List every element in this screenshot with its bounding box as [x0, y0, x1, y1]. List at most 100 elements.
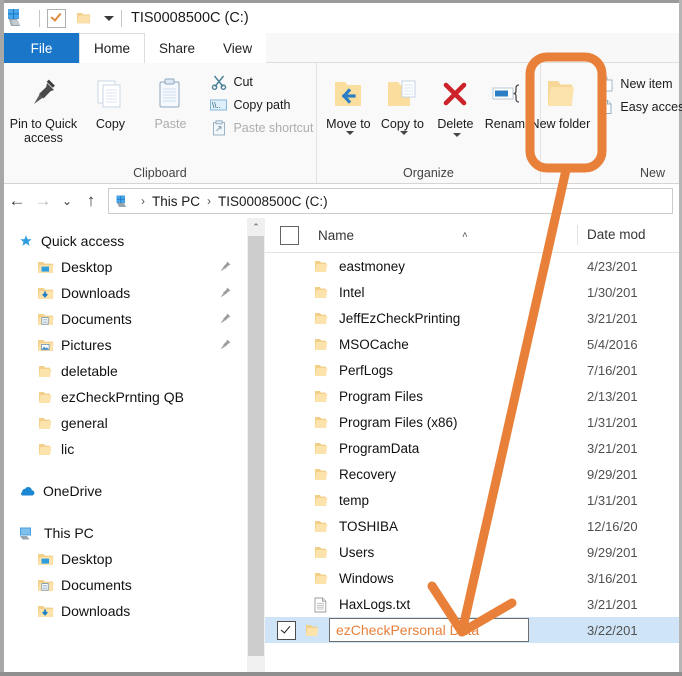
table-row[interactable]: Intel 1/30/201 — [265, 279, 679, 305]
sidebar-item-desktop[interactable]: Desktop — [4, 254, 246, 280]
table-row[interactable]: HaxLogs.txt 3/21/201 — [265, 591, 679, 617]
table-row[interactable]: MSOCache 5/4/2016 — [265, 331, 679, 357]
sidebar-item-thispc-desktop[interactable]: Desktop — [4, 546, 246, 572]
cut-button[interactable]: Cut — [210, 73, 313, 90]
table-row[interactable]: ProgramData 3/21/201 — [265, 435, 679, 461]
file-date: 4/23/201 — [587, 258, 638, 274]
forward-button[interactable]: → — [30, 188, 56, 214]
file-date: 2/13/201 — [587, 388, 638, 404]
downloads-folder-icon — [37, 286, 54, 301]
scroll-up-button[interactable]: ⌃ — [247, 218, 265, 236]
table-row[interactable]: Windows 3/16/201 — [265, 565, 679, 591]
chevron-down-icon[interactable] — [345, 131, 354, 135]
delete-button[interactable]: Delete — [429, 71, 481, 137]
tab-file[interactable]: File — [4, 33, 79, 63]
file-name: Program Files — [339, 388, 424, 404]
easy-access-icon — [597, 98, 614, 115]
file-name: TOSHIBA — [339, 518, 399, 534]
pin-icon[interactable] — [219, 312, 232, 325]
sidebar-section-this-pc[interactable]: This PC — [4, 520, 246, 546]
recent-locations-button[interactable]: ⌄ — [56, 188, 78, 214]
folder-icon — [313, 441, 330, 456]
copy-path-icon: \\.. — [210, 96, 228, 113]
table-row[interactable]: Program Files 2/13/201 — [265, 383, 679, 409]
rename-input[interactable]: ezCheckPersonal Data — [329, 618, 529, 642]
file-date: 1/30/201 — [587, 284, 638, 300]
breadcrumb-item-this-pc[interactable]: This PC — [152, 194, 200, 209]
sidebar-item-pictures[interactable]: Pictures — [4, 332, 246, 358]
row-checkbox[interactable] — [277, 620, 296, 640]
chevron-down-icon[interactable] — [399, 131, 408, 135]
sidebar-item-ezcheckprnting-qb[interactable]: ezCheckPrnting QB — [4, 384, 246, 410]
sidebar-item-general[interactable]: general — [4, 410, 246, 436]
sidebar-section-label: This PC — [44, 525, 94, 541]
folder-icon — [313, 363, 330, 378]
sidebar-item-deletable[interactable]: deletable — [4, 358, 246, 384]
new-item-button[interactable]: New item — [597, 75, 682, 92]
tab-home[interactable]: Home — [79, 33, 146, 63]
paste-button[interactable]: Paste — [140, 71, 200, 131]
folder-icon — [313, 285, 330, 300]
copy-label: Copy — [95, 117, 126, 131]
properties-check-icon[interactable] — [47, 8, 66, 28]
copy-path-button[interactable]: \\.. Copy path — [210, 96, 313, 113]
file-name: PerfLogs — [339, 362, 394, 378]
table-row[interactable]: Users 9/29/201 — [265, 539, 679, 565]
copy-to-button[interactable]: Copy to — [375, 71, 429, 135]
address-bar: ← → ⌄ ↑ › This PC › TIS0008500C (C:) — [4, 184, 679, 218]
table-row[interactable]: Recovery 9/29/201 — [265, 461, 679, 487]
select-all-checkbox[interactable] — [280, 225, 299, 245]
back-button[interactable]: ← — [4, 188, 30, 214]
table-row[interactable]: eastmoney 4/23/201 — [265, 253, 679, 279]
column-header-name[interactable]: Name ˄ — [318, 228, 577, 243]
file-date: 1/31/201 — [587, 492, 638, 508]
title-bar-separator-1 — [39, 9, 40, 27]
customize-caret-icon[interactable] — [104, 15, 114, 21]
table-row[interactable]: temp 1/31/201 — [265, 487, 679, 513]
folder-icon — [37, 442, 54, 457]
file-name: MSOCache — [339, 336, 409, 352]
copy-button[interactable]: Copy — [80, 71, 140, 131]
pin-icon[interactable] — [219, 260, 232, 273]
window-border-bottom — [0, 672, 682, 676]
table-row[interactable]: Program Files (x86) 1/31/201 — [265, 409, 679, 435]
sidebar-item-thispc-documents[interactable]: Documents — [4, 572, 246, 598]
folder-icon — [313, 389, 330, 404]
sidebar-item-thispc-downloads[interactable]: Downloads — [4, 598, 246, 624]
pin-to-quick-access-label: Pin to Quick access — [9, 117, 78, 145]
rename-button[interactable]: Rename — [481, 71, 535, 131]
table-row-selected-editing[interactable]: ezCheckPersonal Data 3/22/201 — [265, 617, 679, 643]
sidebar-item-documents[interactable]: Documents — [4, 306, 246, 332]
new-folder-button[interactable]: New folder — [529, 71, 591, 131]
move-to-button[interactable]: Move to — [321, 71, 375, 135]
table-row[interactable]: JeffEzCheckPrinting 3/21/201 — [265, 305, 679, 331]
ribbon-group-label-clipboard: Clipboard — [133, 166, 187, 180]
tab-share[interactable]: Share — [145, 33, 209, 63]
easy-access-label: Easy access — [620, 99, 682, 114]
column-header-date-modified[interactable]: Date mod — [577, 225, 679, 245]
file-list-pane: Name ˄ Date mod eastmoney 4/23/201 Intel 1… — [265, 218, 679, 672]
sidebar-section-quick-access[interactable]: Quick access — [4, 228, 246, 254]
pin-icon[interactable] — [219, 338, 232, 351]
column-header-name-label: Name — [318, 227, 355, 243]
easy-access-button[interactable]: Easy access — [597, 98, 682, 115]
pin-icon[interactable] — [219, 286, 232, 299]
scrollbar-thumb[interactable] — [248, 236, 264, 656]
tab-view[interactable]: View — [209, 33, 266, 63]
chevron-down-icon[interactable] — [452, 133, 461, 137]
breadcrumb[interactable]: › This PC › TIS0008500C (C:) — [108, 188, 673, 214]
new-folder-icon[interactable] — [76, 11, 92, 25]
sidebar-item-downloads[interactable]: Downloads — [4, 280, 246, 306]
sidebar-section-label: OneDrive — [43, 483, 103, 499]
up-button[interactable]: ↑ — [78, 188, 104, 214]
table-row[interactable]: TOSHIBA 12/16/20 — [265, 513, 679, 539]
sidebar-item-lic[interactable]: lic — [4, 436, 246, 462]
sidebar-section-onedrive[interactable]: OneDrive — [4, 478, 246, 504]
navigation-pane-scrollbar[interactable]: ⌃ — [246, 218, 265, 672]
paste-shortcut-button[interactable]: Paste shortcut — [210, 119, 313, 136]
sidebar-item-label: Documents — [61, 577, 132, 593]
pin-to-quick-access-button[interactable]: Pin to Quick access — [6, 71, 80, 145]
breadcrumb-item-drive[interactable]: TIS0008500C (C:) — [218, 194, 328, 209]
table-row[interactable]: PerfLogs 7/16/201 — [265, 357, 679, 383]
paste-shortcut-icon — [210, 119, 227, 136]
